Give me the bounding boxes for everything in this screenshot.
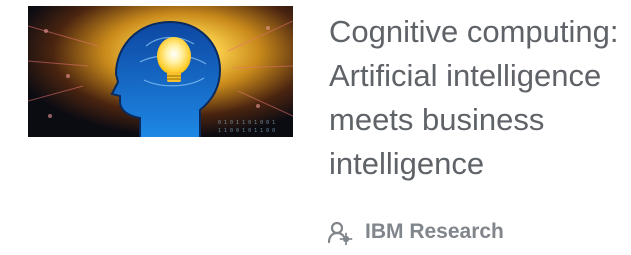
ai-head-lightbulb-image: 0 1 0 1 1 0 1 0 0 1 1 1 0 0 1 0 1 1 0 0 bbox=[28, 6, 293, 137]
article-title[interactable]: Cognitive computing: Artificial intellig… bbox=[329, 10, 631, 186]
article-card[interactable]: 0 1 0 1 1 0 1 0 0 1 1 1 0 0 1 0 1 1 0 0 … bbox=[0, 0, 631, 255]
svg-text:1 1 0 0 1 0 1 1 0 0: 1 1 0 0 1 0 1 1 0 0 bbox=[218, 128, 275, 134]
article-thumbnail[interactable]: 0 1 0 1 1 0 1 0 0 1 1 1 0 0 1 0 1 1 0 0 bbox=[28, 6, 293, 137]
article-source[interactable]: IBM Research bbox=[327, 219, 504, 245]
svg-text:0 1 0 1 1 0 1 0 0 1: 0 1 0 1 1 0 1 0 0 1 bbox=[218, 120, 275, 126]
source-name: IBM Research bbox=[365, 220, 504, 243]
user-group-icon bbox=[327, 221, 353, 245]
